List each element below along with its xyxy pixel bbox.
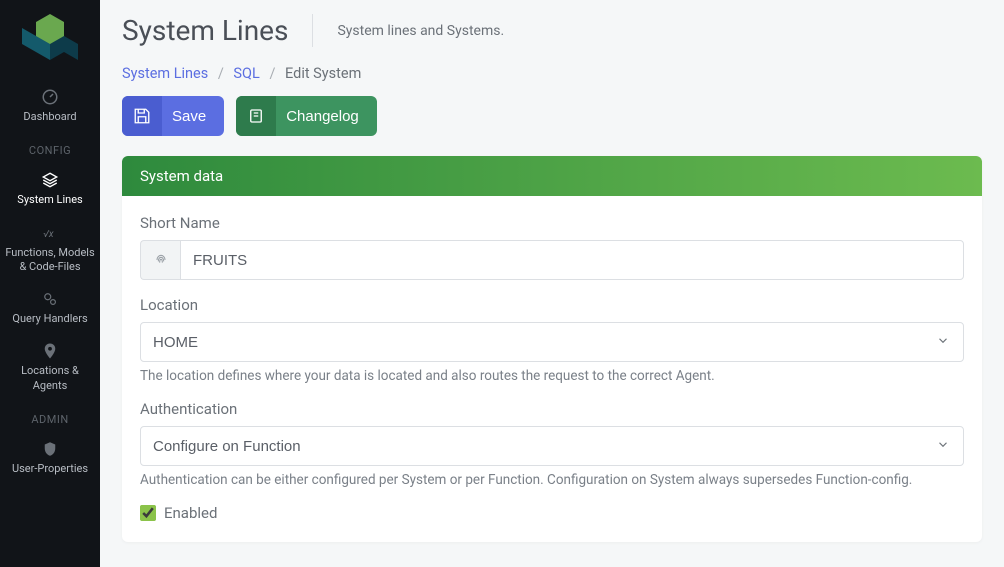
book-icon	[236, 96, 276, 136]
nav-dashboard[interactable]: Dashboard	[0, 80, 100, 132]
location-icon	[41, 342, 59, 360]
nav-system-lines[interactable]: System Lines	[0, 163, 100, 215]
changelog-button[interactable]: Changelog	[236, 96, 377, 136]
card-body: Short Name Location HOME The location de…	[122, 196, 982, 542]
page-header: System Lines System lines and Systems.	[100, 0, 1004, 53]
nav-label: System Lines	[17, 193, 82, 206]
location-label: Location	[140, 296, 964, 314]
enabled-label: Enabled	[164, 504, 217, 522]
nav-section-config: CONFIG	[0, 132, 100, 163]
nav-label: Locations & Agents	[21, 364, 79, 391]
breadcrumb-sql[interactable]: SQL	[233, 65, 259, 82]
authentication-select[interactable]: Configure on Function	[140, 426, 964, 466]
authentication-label: Authentication	[140, 400, 964, 418]
action-bar: Save Changelog	[100, 96, 1004, 156]
card-title: System data	[122, 156, 982, 196]
nav-label: Dashboard	[23, 110, 76, 123]
short-name-input[interactable]	[180, 240, 964, 280]
nav-functions[interactable]: √x Functions, Models & Code-Files	[0, 216, 100, 283]
nav-query-handlers[interactable]: Query Handlers	[0, 282, 100, 334]
shield-icon	[41, 440, 59, 458]
dashboard-icon	[41, 88, 59, 106]
nav-section-admin: ADMIN	[0, 401, 100, 432]
breadcrumb-separator: /	[218, 65, 224, 82]
location-help: The location defines where your data is …	[140, 368, 964, 384]
short-name-label: Short Name	[140, 214, 964, 232]
nav-locations[interactable]: Locations & Agents	[0, 334, 100, 401]
main-content: System Lines System lines and Systems. S…	[100, 0, 1004, 567]
nav-label: Query Handlers	[12, 312, 87, 325]
svg-text:√x: √x	[43, 228, 54, 239]
fingerprint-icon	[140, 240, 180, 280]
authentication-help: Authentication can be either configured …	[140, 472, 964, 488]
system-data-card: System data Short Name Location HOME The…	[122, 156, 982, 542]
page-subtitle: System lines and Systems.	[337, 23, 504, 39]
breadcrumb-separator: /	[269, 65, 275, 82]
save-label: Save	[162, 96, 224, 136]
save-icon	[122, 96, 162, 136]
location-select[interactable]: HOME	[140, 322, 964, 362]
enabled-row: Enabled	[140, 504, 964, 522]
breadcrumb-system-lines[interactable]: System Lines	[122, 65, 208, 82]
changelog-label: Changelog	[276, 96, 377, 136]
gears-icon	[41, 290, 59, 308]
function-icon: √x	[41, 224, 59, 242]
enabled-checkbox[interactable]	[140, 505, 156, 521]
nav-label: User-Properties	[12, 462, 88, 475]
page-title: System Lines	[122, 14, 313, 47]
nav-label: Functions, Models & Code-Files	[5, 246, 94, 273]
breadcrumb: System Lines / SQL / Edit System	[100, 53, 1004, 96]
breadcrumb-current: Edit System	[285, 65, 361, 82]
short-name-group	[140, 240, 964, 280]
app-logo	[20, 10, 80, 70]
nav-user-properties[interactable]: User-Properties	[0, 432, 100, 484]
layers-icon	[41, 171, 59, 189]
sidebar: Dashboard CONFIG System Lines √x Functio…	[0, 0, 100, 567]
save-button[interactable]: Save	[122, 96, 224, 136]
